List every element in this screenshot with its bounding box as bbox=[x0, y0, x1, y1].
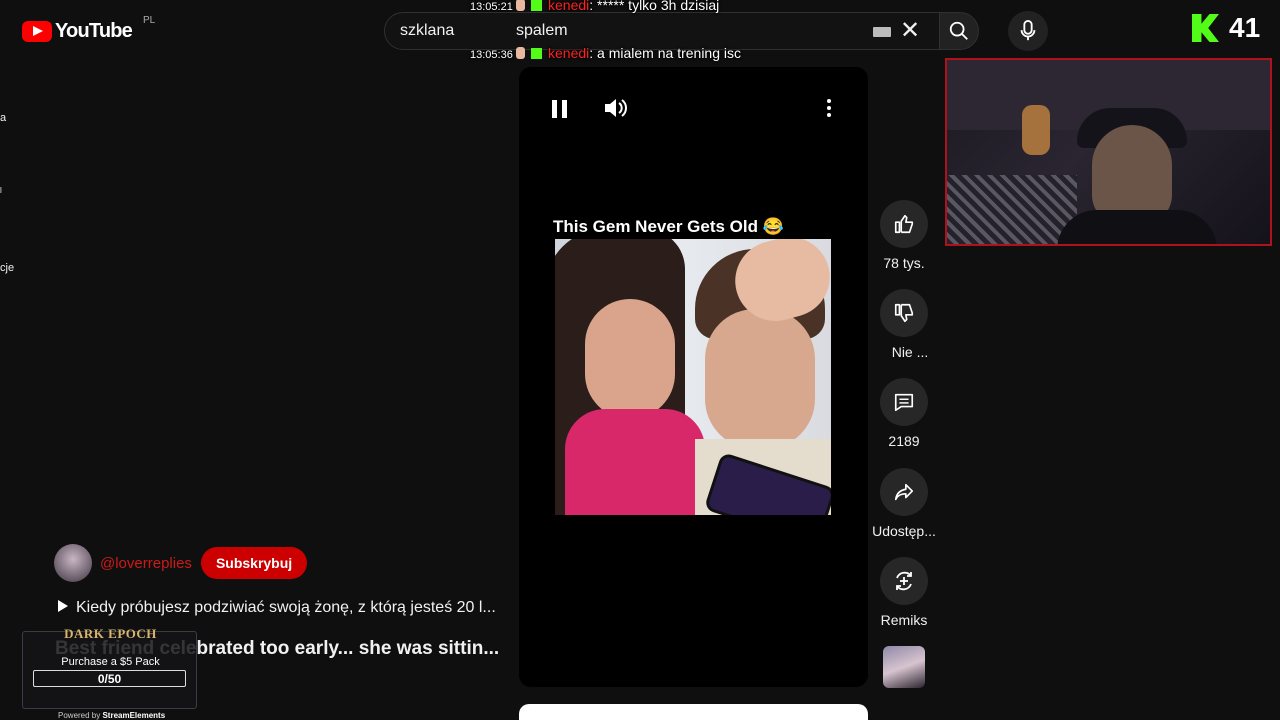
dislike-action: Nie ... bbox=[864, 289, 944, 360]
logo-text: YouTube bbox=[55, 20, 133, 42]
sound-action bbox=[864, 646, 944, 688]
video-frame bbox=[555, 239, 831, 515]
streamelements-goal-widget: DARK EPOCH Purchase a $5 Pack 0/50 Power… bbox=[22, 626, 197, 720]
webcam-overlay bbox=[945, 58, 1272, 246]
chat-time: 13:05:36 bbox=[470, 49, 513, 61]
voice-search-button[interactable] bbox=[1008, 11, 1048, 51]
sidebar-fragment[interactable]: cje bbox=[0, 262, 14, 274]
goal-progress-bar: 0/50 bbox=[33, 670, 186, 687]
remix-action: Remiks bbox=[864, 557, 944, 628]
search-query-part1: szklana bbox=[400, 22, 455, 39]
next-short-preview[interactable] bbox=[519, 704, 868, 720]
avatar[interactable] bbox=[54, 544, 92, 582]
like-count: 78 tys. bbox=[883, 255, 925, 271]
chat-message: 13:05:36 kenedi: a mialem na trening isc bbox=[470, 45, 741, 61]
channel-row: @loverreplies Subskrybuj bbox=[54, 544, 308, 582]
chat-message: 13:05:21 kenedi: ***** tylko 3h dzisiaj bbox=[470, 0, 719, 13]
kick-viewer-counter: 41 bbox=[1192, 12, 1260, 44]
sidebar-fragment[interactable]: a bbox=[0, 112, 6, 124]
viewer-count: 41 bbox=[1229, 12, 1261, 43]
search-icon bbox=[949, 21, 968, 40]
sidebar-fragment[interactable]: l bbox=[0, 186, 2, 195]
remix-icon bbox=[896, 571, 912, 591]
chat-username: kenedi bbox=[548, 45, 590, 61]
chat-time: 13:05:21 bbox=[470, 1, 513, 13]
keyboard-icon[interactable] bbox=[873, 27, 891, 37]
volume-icon[interactable] bbox=[603, 96, 629, 120]
shorts-player[interactable]: This Gem Never Gets Old 😂 bbox=[519, 67, 868, 687]
goal-progress-text: 0/50 bbox=[97, 672, 122, 686]
share-icon bbox=[894, 483, 914, 501]
comment-count: 2189 bbox=[888, 433, 920, 449]
goal-text: Purchase a $5 Pack bbox=[61, 656, 160, 668]
microphone-icon bbox=[1020, 20, 1036, 41]
pause-icon[interactable] bbox=[552, 100, 568, 118]
subscribe-button[interactable]: Subskrybuj bbox=[200, 547, 308, 579]
comments-button[interactable] bbox=[880, 378, 928, 426]
play-triangle-icon bbox=[58, 600, 68, 612]
search-button[interactable] bbox=[939, 12, 979, 50]
search-query-part2: spalem bbox=[516, 22, 568, 39]
video-overlay-title: This Gem Never Gets Old 😂 bbox=[553, 217, 784, 236]
remix-label: Remiks bbox=[880, 612, 928, 628]
sound-thumbnail[interactable] bbox=[883, 646, 925, 688]
chat-avatar-badge bbox=[516, 0, 525, 11]
remix-button[interactable] bbox=[880, 557, 928, 605]
share-label: Udostęp... bbox=[872, 523, 936, 539]
share-action: Udostęp... bbox=[864, 468, 944, 539]
dislike-button[interactable] bbox=[880, 289, 928, 337]
share-button[interactable] bbox=[880, 468, 928, 516]
thumbs-up-icon bbox=[894, 214, 914, 234]
comments-action: 2189 bbox=[864, 378, 944, 449]
kick-logo-icon bbox=[1192, 14, 1219, 42]
kick-badge-icon bbox=[531, 0, 542, 11]
country-code: PL bbox=[143, 15, 156, 26]
chat-text: : a mialem na trening isc bbox=[589, 45, 741, 61]
like-button[interactable] bbox=[880, 200, 928, 248]
youtube-play-icon bbox=[22, 21, 52, 42]
powered-by: Powered by StreamElements bbox=[58, 711, 166, 720]
thumbs-down-icon bbox=[894, 303, 914, 323]
youtube-logo[interactable]: YouTube PL bbox=[22, 15, 155, 43]
game-title: DARK EPOCH bbox=[64, 626, 157, 641]
more-vert-icon[interactable] bbox=[827, 99, 831, 117]
chat-avatar-badge bbox=[516, 47, 525, 59]
video-description[interactable]: Kiedy próbujesz podziwiać swoją żonę, z … bbox=[58, 599, 496, 617]
kick-badge-icon bbox=[531, 48, 542, 59]
chat-text: : ***** tylko 3h dzisiaj bbox=[589, 0, 720, 13]
clear-search-icon[interactable]: ✕ bbox=[900, 16, 920, 46]
description-text: Kiedy próbujesz podziwiać swoją żonę, z … bbox=[76, 599, 496, 616]
channel-name[interactable]: @loverreplies bbox=[100, 555, 192, 572]
like-action: 78 tys. bbox=[864, 200, 944, 271]
comment-icon bbox=[894, 393, 914, 412]
chat-username: kenedi bbox=[548, 0, 590, 13]
dislike-label: Nie ... bbox=[891, 344, 929, 360]
